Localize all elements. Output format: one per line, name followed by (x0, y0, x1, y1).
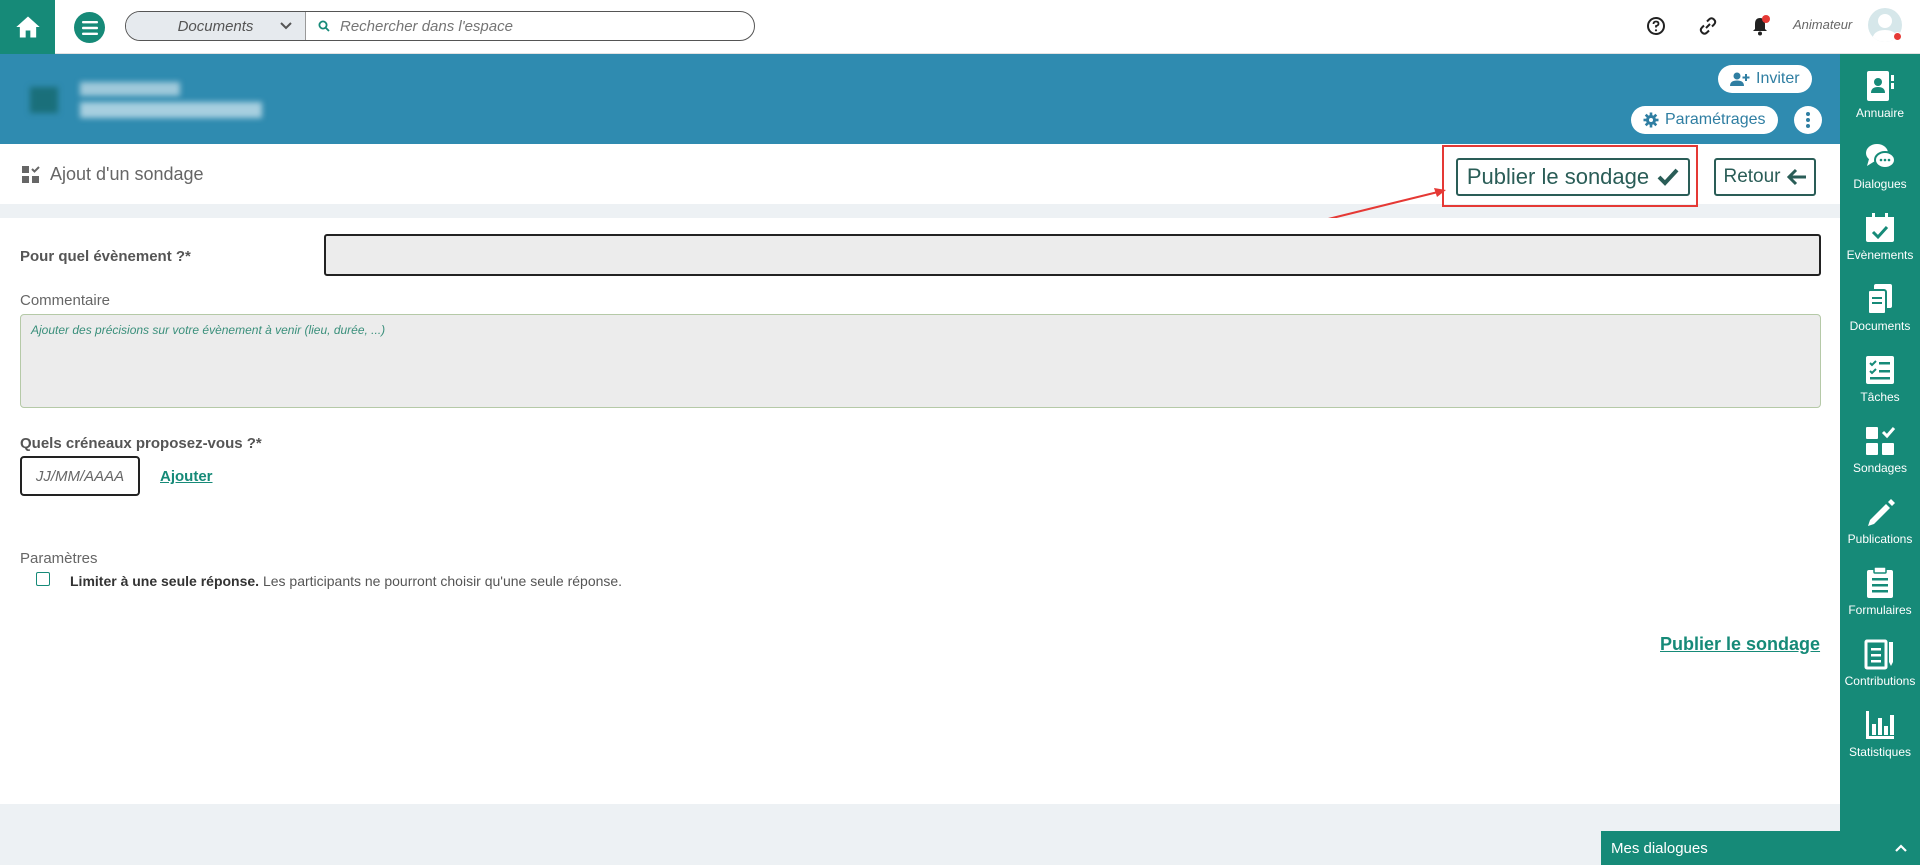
date-input[interactable]: JJ/MM/AAAA (20, 456, 140, 496)
home-icon (15, 16, 40, 38)
page-title: Ajout d'un sondage (22, 164, 204, 185)
sidebar-item-formulaires[interactable]: Formulaires (1840, 567, 1920, 625)
space-name-blurred (80, 82, 180, 96)
add-slot-link[interactable]: Ajouter (160, 468, 213, 485)
poll-icon (22, 165, 40, 183)
settings-button[interactable]: Paramétrages (1631, 106, 1778, 134)
right-sidebar: Annuaire Dialogues Evènements Documents … (1840, 54, 1920, 865)
form-icon (1867, 567, 1893, 598)
pencil-icon (1868, 499, 1895, 526)
sidebar-item-evenements[interactable]: Evènements (1840, 212, 1920, 270)
sidebar-item-sondages[interactable]: Sondages (1840, 425, 1920, 483)
sidebar-label: Statistiques (1848, 745, 1912, 759)
chat-icon (1866, 144, 1896, 169)
date-placeholder: JJ/MM/AAAA (35, 467, 125, 485)
link-button[interactable] (1696, 14, 1720, 38)
sidebar-label: Dialogues (1853, 177, 1907, 191)
sidebar-item-documents[interactable]: Documents (1840, 283, 1920, 341)
limit-text: Les participants ne pourront choisir qu'… (259, 573, 623, 589)
search-input[interactable] (340, 17, 740, 35)
publish-poll-link[interactable]: Publier le sondage (1660, 634, 1820, 655)
chevron-down-icon (280, 22, 292, 30)
invite-button[interactable]: Inviter (1718, 65, 1812, 93)
sidebar-label: Sondages (1852, 461, 1908, 475)
documents-icon (1867, 284, 1892, 315)
invite-label: Inviter (1756, 70, 1800, 87)
more-options-button[interactable] (1794, 106, 1822, 134)
poll-icon (1866, 427, 1896, 455)
sidebar-label: Contributions (1844, 674, 1916, 688)
comment-placeholder: Ajouter des précisions sur votre évèneme… (31, 323, 386, 337)
sidebar-item-taches[interactable]: Tâches (1840, 354, 1920, 412)
limit-single-response-label: Limiter à une seule réponse. Les partici… (70, 573, 622, 589)
params-label: Paramètres (20, 550, 98, 567)
my-dialogs-label: Mes dialogues (1611, 839, 1708, 857)
gear-icon (1643, 112, 1659, 128)
back-button[interactable]: Retour (1714, 158, 1816, 196)
poll-form: Pour quel évènement ?* Commentaire Ajout… (0, 218, 1840, 804)
chevron-up-icon (1895, 844, 1907, 852)
space-logo (30, 87, 58, 113)
hamburger-icon (81, 20, 98, 35)
search-icon (318, 20, 330, 32)
sidebar-item-statistiques[interactable]: Statistiques (1840, 709, 1920, 767)
sidebar-item-dialogues[interactable]: Dialogues (1840, 141, 1920, 199)
help-button[interactable] (1644, 14, 1668, 38)
contributions-icon (1864, 639, 1893, 670)
comment-label: Commentaire (20, 292, 111, 309)
event-select[interactable] (324, 234, 1821, 276)
add-user-icon (1730, 72, 1750, 86)
space-banner (0, 54, 1840, 144)
sidebar-label: Tâches (1860, 390, 1900, 404)
home-button[interactable] (0, 0, 55, 54)
sidebar-label: Documents (1849, 319, 1911, 333)
sidebar-label: Evènements (1846, 248, 1914, 262)
sidebar-label: Annuaire (1855, 106, 1905, 120)
status-dot (1893, 32, 1902, 41)
event-label: Pour quel évènement ?* (20, 248, 191, 265)
limit-bold-text: Limiter à une seule réponse. (70, 573, 260, 589)
top-bar: Documents Animateur (0, 0, 1920, 54)
sidebar-item-contributions[interactable]: Contributions (1840, 638, 1920, 696)
notification-dot (1762, 15, 1770, 23)
tasks-icon (1866, 356, 1894, 384)
back-label: Retour (1723, 166, 1781, 187)
settings-label: Paramétrages (1665, 111, 1766, 128)
sidebar-label: Publications (1847, 532, 1913, 546)
sidebar-item-publications[interactable]: Publications (1840, 496, 1920, 554)
limit-single-response-checkbox[interactable] (36, 572, 50, 586)
annotation-highlight-box (1442, 145, 1698, 207)
space-subtitle-blurred (80, 102, 262, 118)
help-icon (1647, 17, 1665, 35)
role-label: Animateur (1793, 17, 1853, 32)
chart-icon (1866, 711, 1894, 739)
sidebar-item-annuaire[interactable]: Annuaire (1840, 70, 1920, 128)
comment-textarea[interactable]: Ajouter des précisions sur votre évèneme… (20, 314, 1821, 408)
my-dialogs-bar[interactable]: Mes dialogues (1601, 831, 1920, 865)
calendar-icon (1866, 213, 1894, 242)
menu-button[interactable] (74, 12, 105, 43)
link-icon (1699, 17, 1717, 35)
arrow-left-icon (1786, 168, 1806, 186)
search-scope-label: Documents (177, 17, 254, 35)
directory-icon (1867, 71, 1894, 101)
kebab-icon (1806, 112, 1810, 128)
page-title-text: Ajout d'un sondage (50, 164, 204, 184)
sidebar-label: Formulaires (1848, 603, 1912, 617)
slots-label: Quels créneaux proposez-vous ?* (20, 435, 262, 452)
search-bar: Documents (125, 11, 755, 41)
search-scope-select[interactable]: Documents (126, 12, 306, 40)
